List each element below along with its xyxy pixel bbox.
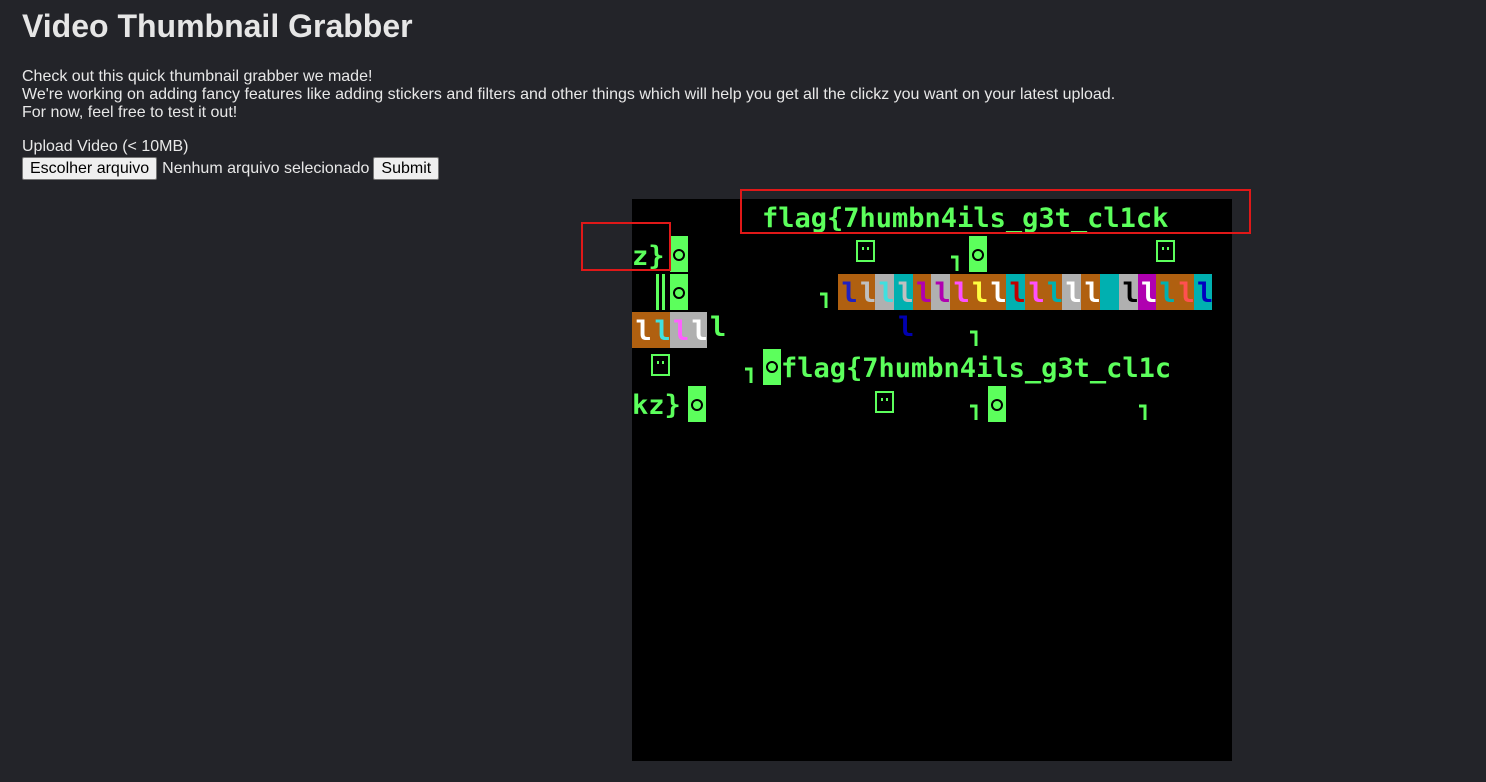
face-glyph xyxy=(875,391,894,413)
glyph-l: l xyxy=(860,278,876,309)
glyph-l: l xyxy=(916,278,932,309)
glyph-l: l xyxy=(1123,278,1139,309)
face-eye xyxy=(881,398,883,401)
thumbnail-text-line-4: kz} xyxy=(632,390,681,421)
green-block xyxy=(670,274,688,310)
bar-glyph xyxy=(662,274,665,310)
glyph-l: l xyxy=(1029,278,1045,309)
glyph-l: l xyxy=(898,278,914,309)
face-eye xyxy=(657,361,659,364)
glyph-l: l xyxy=(673,316,689,347)
face-eye xyxy=(1167,247,1169,250)
glyph-l: l xyxy=(1066,278,1082,309)
intro-line-2: We're working on adding fancy features l… xyxy=(22,86,1116,103)
choose-file-button[interactable]: Escolher arquivo xyxy=(22,157,158,180)
green-block xyxy=(688,386,706,422)
face-eye xyxy=(867,247,869,250)
color-bar: lllllllllllllllllll xyxy=(838,274,1213,310)
face-glyph xyxy=(1156,240,1175,262)
glyph-l: l xyxy=(1197,278,1213,309)
thumbnail-text-line-3: flag{7humbn4ils_g3t_cl1c xyxy=(781,353,1171,384)
glyph-l: l xyxy=(1141,278,1157,309)
glyph-l: l xyxy=(991,278,1007,309)
upload-label: Upload Video (< 10MB) xyxy=(22,138,189,155)
glyph-l: l xyxy=(972,278,988,309)
glyph-l: l xyxy=(655,316,671,347)
bar-glyph xyxy=(656,274,659,310)
page-title: Video Thumbnail Grabber xyxy=(22,8,413,44)
face-eye xyxy=(662,361,664,364)
corner-glyph xyxy=(1139,404,1147,420)
submit-button[interactable]: Submit xyxy=(373,157,440,180)
face-eye xyxy=(862,247,864,250)
color-bar: llll xyxy=(632,312,708,348)
intro-text: Check out this quick thumbnail grabber w… xyxy=(22,68,1115,122)
green-block xyxy=(988,386,1006,422)
corner-glyph xyxy=(970,404,978,420)
green-block xyxy=(763,349,781,385)
corner-glyph xyxy=(970,330,978,346)
glyph-l: l xyxy=(710,312,726,343)
glyph-l: l xyxy=(1085,278,1101,309)
corner-glyph xyxy=(951,255,959,271)
color-cell xyxy=(1100,274,1119,310)
green-block xyxy=(969,236,987,272)
file-status: Nenhum arquivo selecionado xyxy=(162,159,370,177)
face-glyph xyxy=(651,354,670,376)
thumbnail-canvas: flag{7humbn4ils_g3t_cl1ck z} lllllllllll… xyxy=(581,189,1251,422)
corner-glyph xyxy=(820,292,828,308)
thumbnail-text-line-2: z} xyxy=(632,241,665,272)
green-block xyxy=(670,236,688,272)
glyph-l: l xyxy=(692,316,708,347)
glyph-l: l xyxy=(1160,278,1176,309)
corner-glyph xyxy=(745,367,753,383)
face-eye xyxy=(886,398,888,401)
glyph-l: l xyxy=(935,278,951,309)
glyph-l: l xyxy=(898,312,914,343)
glyph-l: l xyxy=(842,278,858,309)
thumbnail-image: flag{7humbn4ils_g3t_cl1ck z} lllllllllll… xyxy=(581,189,1251,761)
face-eye xyxy=(1162,247,1164,250)
glyph-l: l xyxy=(636,316,652,347)
thumbnail-text-line-1: flag{7humbn4ils_g3t_cl1ck xyxy=(762,203,1168,234)
glyph-l: l xyxy=(954,278,970,309)
upload-form: Escolher arquivo Nenhum arquivo selecion… xyxy=(22,157,440,180)
intro-line-3: For now, feel free to test it out! xyxy=(22,104,238,121)
glyph-l: l xyxy=(879,278,895,309)
intro-line-1: Check out this quick thumbnail grabber w… xyxy=(22,68,373,85)
glyph-l: l xyxy=(1047,278,1063,309)
face-glyph xyxy=(856,240,875,262)
glyph-l: l xyxy=(1010,278,1026,309)
glyph-l: l xyxy=(1179,278,1195,309)
